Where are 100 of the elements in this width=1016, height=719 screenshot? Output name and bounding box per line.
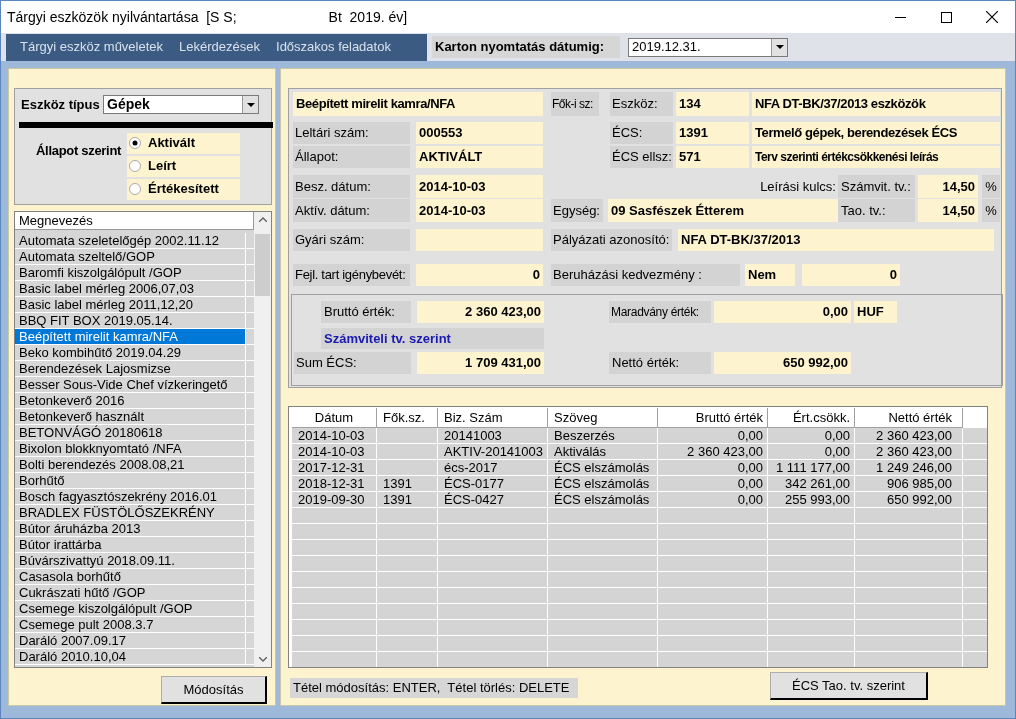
list-item[interactable]: Bolti berendezés 2008.08,21 — [15, 457, 245, 472]
table-cell: ÉCS-0177 — [438, 476, 548, 491]
gross-value: 2 360 423,00 — [417, 301, 544, 323]
table-cell: 0,00 — [658, 428, 768, 443]
account-code: 134 — [676, 92, 749, 116]
field-label: Leltári szám: — [293, 122, 410, 144]
list-item[interactable]: Besser Sous-Vide Chef vízkeringető — [15, 377, 245, 392]
keyboard-hint: Tétel módosítás: ENTER, Tétel törlés: DELETE — [290, 678, 578, 698]
table-cell: 0,00 — [658, 492, 768, 507]
field-label: Tao. tv.: — [838, 199, 915, 222]
field-label: Aktív. dátum: — [293, 199, 410, 222]
window-title: Tárgyi eszközök nyilvántartása [S S; — [7, 7, 237, 27]
list-item[interactable]: BRADLEX FÜSTÖLŐSZEKRÉNY — [15, 505, 245, 520]
minimize-icon — [894, 16, 906, 18]
table-cell: 2017-12-31 — [292, 460, 377, 475]
list-item[interactable]: Betonkeverő használt — [15, 409, 245, 424]
list-item[interactable]: Berendezések Lajosmizse — [15, 361, 245, 376]
modify-button[interactable]: Módosítás — [161, 676, 267, 704]
menu-item[interactable]: Időszakos feladatok — [274, 37, 393, 57]
field-label: ÉCS ellsz: — [610, 146, 673, 168]
list-item[interactable]: Bixolon blokknyomtató /NFA — [15, 441, 245, 456]
account-code: 571 — [676, 146, 749, 168]
table-cell: 0,00 — [768, 428, 855, 443]
depreciation-total: 1 709 431,00 — [417, 352, 544, 374]
list-item[interactable]: BBQ FIT BOX 2019.05.14. — [15, 313, 245, 328]
reserve-value: 0 — [416, 264, 543, 286]
table-cell: AKTIV-20141003 — [438, 444, 548, 459]
list-item[interactable]: Basic label mérleg 2011,12,20 — [15, 297, 245, 312]
list-item[interactable]: Casasola borhűtő — [15, 569, 245, 584]
menu-item[interactable]: Tárgyi eszköz műveletek — [18, 37, 166, 57]
radio-option[interactable]: Értékesített — [127, 178, 240, 200]
list-item[interactable]: Daráló 2010.10,04 — [15, 649, 245, 664]
activation-date: 2014-10-03 — [416, 199, 543, 222]
table-cell: 2019-09-30 — [292, 492, 377, 507]
table-cell: 650 992,00 — [855, 492, 963, 507]
account-name: Terv szerinti értékcsökkenési leírás — [752, 146, 1000, 168]
list-item[interactable]: Betonkeverő 2016 — [15, 393, 245, 408]
allowance-value: 0 — [802, 264, 900, 286]
field-label: Fejl. tart igénybevét: — [293, 264, 410, 286]
percent-unit: % — [982, 199, 1000, 222]
column-header[interactable]: Megnevezés — [15, 212, 255, 230]
list-item[interactable]: Baromfi kiszolgálópult /GOP — [15, 265, 245, 280]
grant-id: NFA DT-BK/37/2013 — [678, 229, 994, 251]
list-item[interactable]: Daráló 2007.09.17 — [15, 633, 245, 648]
table-cell: 1 249 246,00 — [855, 460, 963, 475]
list-item[interactable]: Automata szeltelő/GOP — [15, 249, 245, 264]
table-cell: 1 111 177,00 — [768, 460, 855, 475]
list-item[interactable]: Basic label mérleg 2006,07,03 — [15, 281, 245, 296]
field-label: Eszköz: — [610, 92, 673, 116]
close-icon — [986, 11, 998, 23]
list-item[interactable]: Csemege pult 2008.3.7 — [15, 617, 245, 632]
list-item[interactable]: Beko kombihűtő 2019.04.29 — [15, 345, 245, 360]
inventory-number: 000553 — [416, 122, 543, 144]
field-label: Eszköz típus — [21, 96, 101, 114]
table-cell: ÉCS elszámolás — [548, 492, 658, 507]
list-item[interactable]: Beépített mirelit kamra/NFA — [15, 329, 245, 344]
type-dropdown[interactable]: Gépek — [103, 95, 259, 115]
purchase-date: 2014-10-03 — [416, 175, 543, 198]
tax-depreciation-button[interactable]: ÉCS Tao. tv. szerint — [770, 672, 928, 700]
list-item[interactable]: Bútor irattárba — [15, 537, 245, 552]
table-cell: 2014-10-03 — [292, 428, 377, 443]
list-item[interactable]: Automata szeletelőgép 2002.11.12 — [15, 233, 245, 248]
account-code: 1391 — [676, 122, 749, 144]
list-item[interactable]: Bútor áruházba 2013 — [15, 521, 245, 536]
list-item[interactable]: Búvárszivattyú 2018.09.11. — [15, 553, 245, 568]
table-cell: 342 261,00 — [768, 476, 855, 491]
list-item[interactable]: Csemege kiszolgálópult /GOP — [15, 601, 245, 616]
field-label: Pályázati azonosító: — [551, 229, 672, 251]
table-cell: 0,00 — [658, 460, 768, 475]
scroll-thumb[interactable] — [255, 234, 271, 296]
field-label: ÉCS: — [610, 122, 673, 144]
table-cell: 2 360 423,00 — [855, 444, 963, 459]
field-label: Egység: — [551, 199, 603, 222]
asset-name: Beépített mirelit kamra/NFA — [293, 92, 543, 116]
list-item[interactable]: BETONVÁGÓ 20180618 — [15, 425, 245, 440]
dropdown-arrow-icon — [775, 45, 784, 49]
scroll-up-icon — [258, 217, 267, 222]
radio-option[interactable]: Aktivált — [127, 132, 240, 154]
field-label: Besz. dátum: — [293, 175, 410, 198]
table-cell: 2 360 423,00 — [658, 444, 768, 459]
table-cell: 20141003 — [438, 428, 548, 443]
list-item[interactable]: Bosch fagyasztószekrény 2016.01 — [15, 489, 245, 504]
radio-option[interactable]: Leírt — [127, 155, 240, 177]
field-label: Karton nyomtatás dátumig: — [432, 36, 620, 58]
table-cell: Aktiválás — [548, 444, 658, 459]
table-cell: 255 993,00 — [768, 492, 855, 507]
date-dropdown[interactable]: 2019.12.31. — [628, 37, 788, 57]
list-item[interactable]: Borhűtő — [15, 473, 245, 488]
net-value: 650 992,00 — [714, 352, 851, 374]
menu-item[interactable]: Lekérdezések — [177, 37, 262, 57]
table-cell: 1391 — [377, 476, 438, 491]
table-cell: 2018-12-31 — [292, 476, 377, 491]
list-item[interactable]: Cukrászati hűtő /GOP — [15, 585, 245, 600]
field-label: Számvit. tv.: — [838, 175, 915, 198]
account-name: Termelő gépek, berendezések ÉCS — [752, 122, 1000, 144]
field-label: Állapot: — [293, 146, 410, 168]
scrollbar[interactable] — [254, 212, 271, 667]
window-title: Bt 2019. év] — [328, 7, 408, 27]
section-title: Számviteli tv. szerint — [321, 328, 544, 349]
field-label: Fők-i sz: — [551, 92, 599, 116]
